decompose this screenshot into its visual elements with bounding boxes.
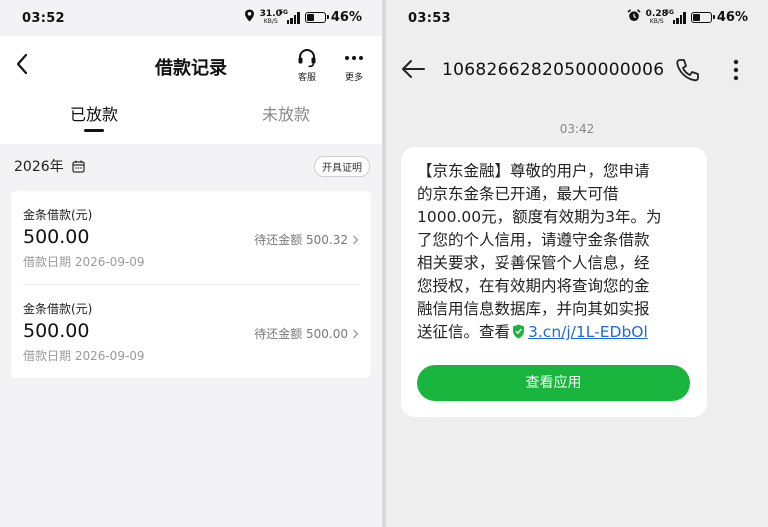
loan-name: 金条借款(元) [23,208,93,222]
chevron-right-icon [353,329,359,338]
phone-icon[interactable] [674,57,700,87]
message-line: 相关要求，妥善保管个人信息，经 [417,254,650,272]
loan-amount: 500.00 [23,320,90,342]
loan-item[interactable]: 金条借款(元) 500.00 待还金额 500.00 借款日期 2026-09-… [11,285,371,378]
status-bar: 03:52 31.0 KB/S 5G 46% [0,0,382,36]
loan-due: 待还金额 500.32 [254,231,359,248]
chevron-right-icon [353,235,359,244]
network-type: 5G [278,8,288,16]
year-label: 2026年 [14,159,64,175]
battery-percent: 46% [330,10,362,25]
more-label: 更多 [344,73,363,83]
message-line: 您授权，在有效期内将查询您的金 [417,277,650,295]
loan-due-text: 待还金额 500.00 [254,327,348,341]
sender-number: 10682662820500000006 [442,60,665,80]
network-type: 5G [664,8,674,16]
signal-icon: 5G [665,9,686,24]
issue-certificate-button[interactable]: 开具证明 [314,156,370,177]
loan-date: 借款日期 2026-09-09 [23,255,145,269]
loan-amount: 500.00 [23,226,90,248]
service-label: 客服 [297,73,316,83]
battery-icon [690,12,715,23]
status-time: 03:53 [408,11,451,26]
location-icon [244,9,255,26]
more-vertical-icon[interactable] [732,58,740,86]
message-line: 了您的个人信用，请遵守金条借款 [417,231,650,249]
loan-due: 待还金额 500.00 [254,325,359,342]
message-line-last: 送征信。查看 3.cn/j/1L-EDbOl [417,321,697,346]
loan-records-screen: 03:52 31.0 KB/S 5G 46% 借款记录 客服 更多 已放款 未放 [0,0,382,527]
sms-conversation-screen: 03:53 0.28 KB/S 5G 46% 10682662820500000… [386,0,768,527]
loan-date: 借款日期 2026-09-09 [23,349,145,363]
more-button[interactable]: 更多 [336,48,372,83]
message-line: 1000.00元，额度有效期为3年。为 [417,208,662,226]
message-line: 【京东金融】尊敬的用户，您申请 [417,162,650,180]
calendar-icon [71,160,85,173]
net-speed-unit: KB/S [649,17,664,25]
message-text: 【京东金融】尊敬的用户，您申请 的京东金条已开通，最大可借 1000.00元，额… [417,160,697,346]
loan-item[interactable]: 金条借款(元) 500.00 待还金额 500.32 借款日期 2026-09-… [11,191,371,284]
message-bubble: 【京东金融】尊敬的用户，您申请 的京东金条已开通，最大可借 1000.00元，额… [401,147,707,417]
battery-icon [304,12,329,23]
battery-fill [306,14,314,21]
tab-disbursed[interactable]: 已放款 [70,101,118,125]
net-speed-unit: KB/S [263,17,278,25]
year-filter[interactable]: 2026年 [14,156,85,176]
alarm-icon [627,9,641,26]
signal-icon: 5G [279,9,300,24]
customer-service-button[interactable]: 客服 [289,48,325,83]
message-link[interactable]: 3.cn/j/1L-EDbOl [528,323,648,341]
tab-indicator [84,129,104,132]
shield-check-icon [512,323,525,346]
view-app-button[interactable]: 查看应用 [417,365,690,401]
battery-percent: 46% [716,10,748,25]
message-line: 的京东金条已开通，最大可借 [417,185,619,203]
loan-due-text: 待还金额 500.32 [254,233,348,247]
message-line: 融信用信息数据库，并向其如实报 [417,300,650,318]
message-timestamp: 03:42 [559,122,595,136]
battery-fill [692,14,700,21]
status-time: 03:52 [22,11,65,26]
tab-not-disbursed[interactable]: 未放款 [262,101,310,125]
back-arrow-icon[interactable] [400,58,426,84]
loan-name: 金条借款(元) [23,302,93,316]
message-line-prefix: 送征信。查看 [417,323,511,341]
more-dots-icon [345,56,363,60]
status-bar: 03:53 0.28 KB/S 5G 46% [386,0,768,36]
headset-icon [298,49,316,68]
loan-list-card: 金条借款(元) 500.00 待还金额 500.32 借款日期 2026-09-… [11,191,371,378]
